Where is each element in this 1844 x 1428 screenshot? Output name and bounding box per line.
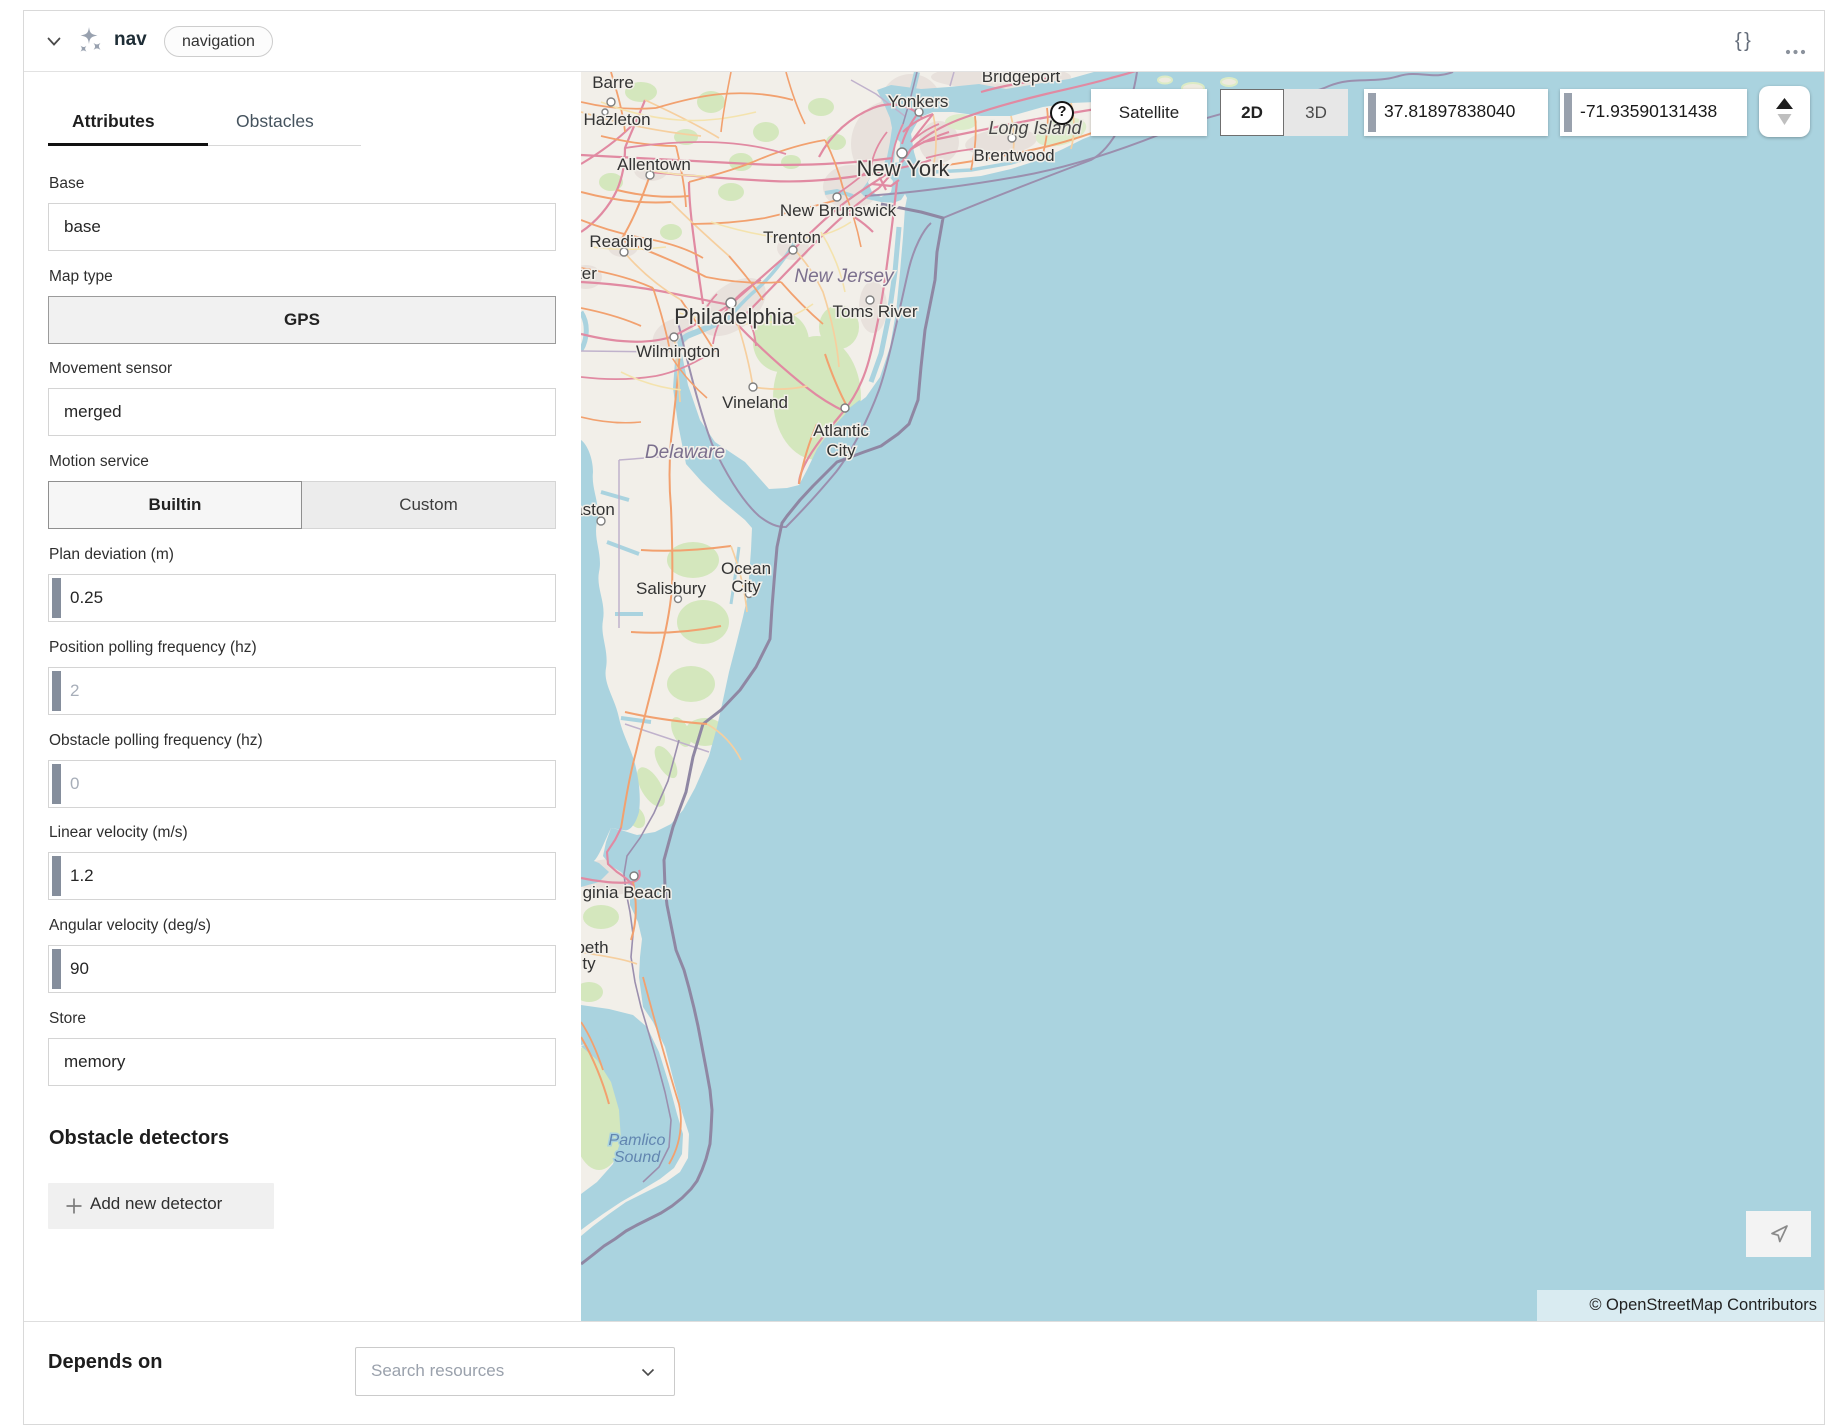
svg-text:Brentwood: Brentwood [973,146,1054,165]
svg-text:Sound: Sound [614,1149,661,1166]
svg-text:ter: ter [581,264,597,283]
svg-text:Reading: Reading [589,232,652,251]
svg-text:Toms River: Toms River [832,302,917,321]
svg-text:Salisbury: Salisbury [636,579,706,598]
svg-text:Vineland: Vineland [722,393,788,412]
svg-text:ginia Beach: ginia Beach [583,883,672,902]
svg-text:Pamlico: Pamlico [609,1132,666,1149]
svg-text:ty: ty [582,954,596,973]
svg-text:Delaware: Delaware [645,442,725,463]
svg-text:New York: New York [857,156,951,181]
svg-text:Barre: Barre [592,73,634,92]
svg-text:Hazleton: Hazleton [583,110,650,129]
svg-text:Trenton: Trenton [763,228,821,247]
svg-text:Yonkers: Yonkers [888,92,949,111]
svg-text:Atlantic: Atlantic [813,421,869,440]
svg-text:New Brunswick: New Brunswick [780,201,897,220]
svg-text:City: City [731,577,761,596]
svg-text:Ocean: Ocean [721,559,771,578]
svg-text:Philadelphia: Philadelphia [674,304,795,329]
svg-text:City: City [826,441,856,460]
svg-text:Allentown: Allentown [617,155,691,174]
svg-text:New Jersey: New Jersey [794,266,895,287]
svg-text:Wilmington: Wilmington [636,342,720,361]
svg-text:aston: aston [581,500,615,519]
svg-text:Bridgeport: Bridgeport [982,72,1061,86]
